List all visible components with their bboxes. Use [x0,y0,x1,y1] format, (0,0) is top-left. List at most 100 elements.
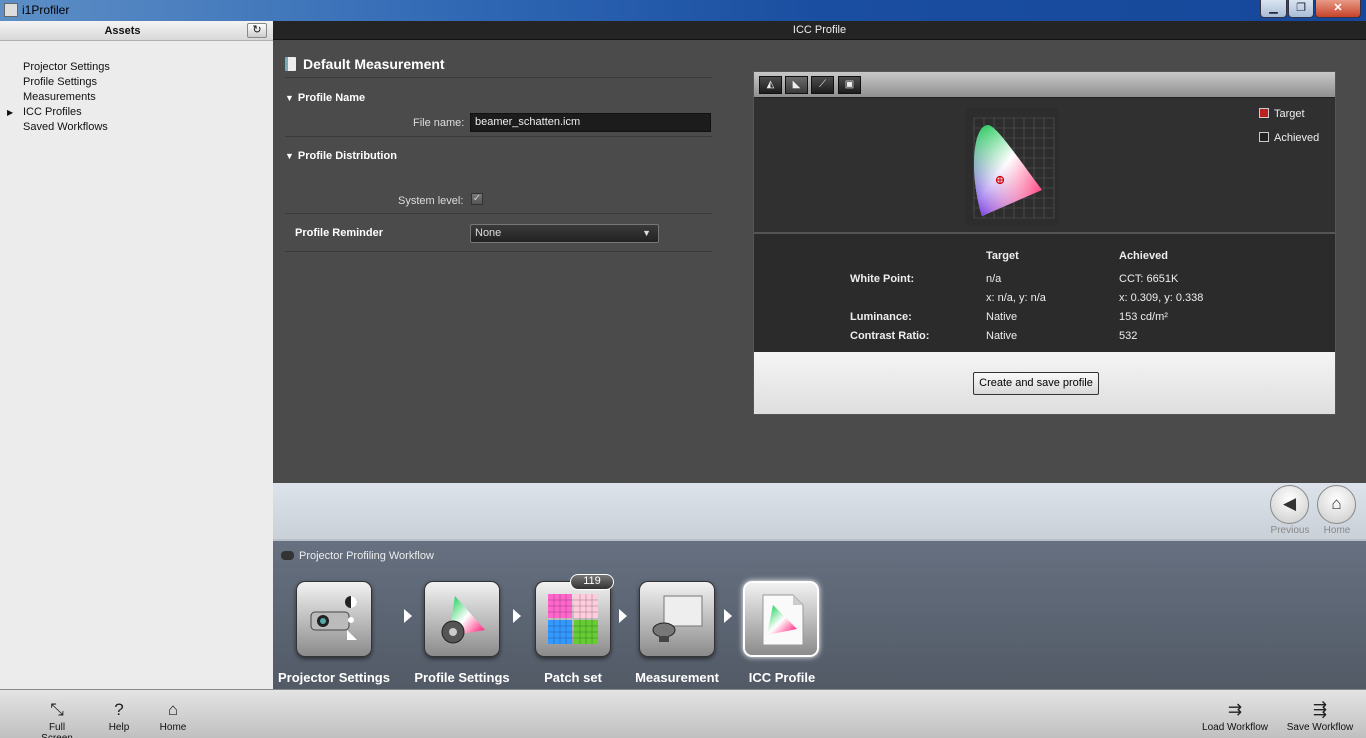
profile-distribution-title: Profile Distribution [297,150,397,162]
assets-sidebar: Assets ↻ Projector Settings Profile Sett… [0,21,273,689]
save-workflow-label: Save Workflow [1286,722,1354,733]
divider [285,213,712,214]
help-label: Help [108,722,130,733]
home-nav-label: Home [1323,525,1351,536]
previous-button[interactable]: ◀ [1270,485,1309,524]
step-label: Patch set [544,670,602,685]
sidebar-item-label: ICC Profiles [23,106,82,118]
workflow-bar: Projector Profiling Workflow Projector S… [273,539,1366,689]
app-icon [4,3,18,17]
curve-view-button[interactable]: ⟋ [811,76,834,94]
assets-title: Assets [104,25,141,37]
sidebar-item-projector-settings[interactable]: Projector Settings [0,60,273,75]
achieved-marker-icon [1259,132,1269,142]
close-button[interactable]: ✕ [1315,0,1361,18]
step-icc-profile[interactable] [743,581,819,657]
workflow-title-text: Projector Profiling Workflow [299,550,434,562]
row-achieved: CCT: 6651K [1119,273,1179,285]
assets-header: Assets ↻ [0,21,273,41]
profile-reminder-label: Profile Reminder [295,227,384,239]
sidebar-item-measurements[interactable]: Measurements [0,90,273,105]
projector-settings-icon [310,596,357,640]
step-arrow-icon [619,609,627,623]
step-arrow-icon [513,609,521,623]
refresh-icon[interactable]: ↻ [247,23,267,38]
save-workflow-button[interactable]: ⇶ Save Workflow [1284,700,1356,733]
collapse-triangle-icon[interactable]: ▼ [285,151,294,161]
arrow-left-icon: ◀ [1282,494,1297,513]
cie-chromaticity-diagram [966,108,1058,226]
section-title-text: Default Measurement [303,56,445,72]
home-nav-button[interactable]: ⌂ [1317,485,1356,524]
load-workflow-label: Load Workflow [1202,722,1268,733]
step-projector-settings[interactable] [296,581,372,657]
expand-arrow-icon[interactable]: ▶ [7,105,13,120]
profile-distribution-header[interactable]: ▼ Profile Distribution [285,150,397,162]
panel-footer: Create and save profile [754,352,1335,414]
document-icon [285,57,296,71]
sidebar-item-profile-settings[interactable]: Profile Settings [0,75,273,90]
profile-settings-icon [441,596,485,644]
patch-set-icon [548,594,598,644]
row-label: White Point: [850,273,915,285]
row-achieved: 532 [1119,330,1138,342]
step-label: Profile Settings [414,670,510,685]
help-button[interactable]: ? Help [106,700,132,733]
step-label: Measurement [635,670,719,685]
full-screen-label: Full Screen [41,722,73,738]
profile-name-header[interactable]: ▼ Profile Name [285,92,365,104]
divider [285,251,712,252]
home-button[interactable]: ⌂ Home [157,700,189,733]
full-screen-button[interactable]: ⤡ Full Screen [32,700,82,738]
minimize-button[interactable]: ▁ [1260,0,1287,18]
expand-icon: ⤡ [50,700,64,719]
legend-achieved: Achieved [1259,132,1319,144]
system-level-label: System level: [398,195,464,207]
collapse-triangle-icon[interactable]: ▼ [285,93,294,103]
column-achieved: Achieved [1119,250,1168,262]
step-label: ICC Profile [748,670,816,685]
profile-name-title: Profile Name [297,92,366,104]
home-icon: ⌂ [1331,494,1342,513]
image-view-button[interactable]: ▣ [838,76,861,94]
file-name-label: File name: [413,117,465,129]
step-arrow-icon [404,609,412,623]
step-profile-settings[interactable] [424,581,500,657]
main-content: Default Measurement ▼ Profile Name File n… [273,40,1366,483]
divider [285,136,712,137]
step-measurement[interactable] [639,581,715,657]
icc-profile-panel: ◭ ◣ ⟋ ▣ Target Achieved Target Achieved … [753,71,1336,415]
system-level-checkbox[interactable]: ✓ [471,193,483,205]
bottom-toolbar: ⤡Full Screen ?Help ⌂Home ⇉Load Workflow … [0,689,1366,738]
row-achieved: x: 0.309, y: 0.338 [1119,292,1204,304]
previous-label: Previous [1270,525,1310,536]
gamut-2d-view-button[interactable]: ◭ [759,76,782,94]
legend-target: Target [1259,108,1305,120]
navigation-strip: ◀ Previous ⌂ Home [273,483,1366,539]
sidebar-item-icc-profiles[interactable]: ▶ ICC Profiles [0,105,273,120]
chromaticity-view-button[interactable]: ◣ [785,76,808,94]
profile-stats: Target Achieved White Point: n/a CCT: 66… [754,232,1335,352]
workflow-title: Projector Profiling Workflow [281,550,434,562]
patch-count-badge: 119 [570,574,614,590]
step-patch-set[interactable] [535,581,611,657]
file-name-input[interactable]: beamer_schatten.icm [470,113,711,132]
row-achieved: 153 cd/m² [1119,311,1168,323]
assets-list: Projector Settings Profile Settings Meas… [0,60,273,135]
create-save-profile-button[interactable]: Create and save profile [973,372,1099,395]
help-icon: ? [114,700,124,719]
projector-icon [281,551,294,560]
load-workflow-button[interactable]: ⇉ Load Workflow [1199,700,1271,733]
panel-toolbar: ◭ ◣ ⟋ ▣ [754,72,1335,98]
profile-reminder-value: None [475,227,502,239]
sidebar-item-saved-workflows[interactable]: Saved Workflows [0,120,273,135]
row-target: Native [986,311,1018,323]
profile-reminder-select[interactable]: None ▼ [470,224,659,243]
section-title: Default Measurement [285,56,445,72]
measurement-icon [652,595,703,642]
row-target: x: n/a, y: n/a [986,292,1046,304]
save-workflow-icon: ⇶ [1312,700,1328,719]
title-bar: i1Profiler ▁ ❐ ✕ [0,0,1366,21]
maximize-button[interactable]: ❐ [1288,0,1314,18]
row-target: n/a [986,273,1002,285]
